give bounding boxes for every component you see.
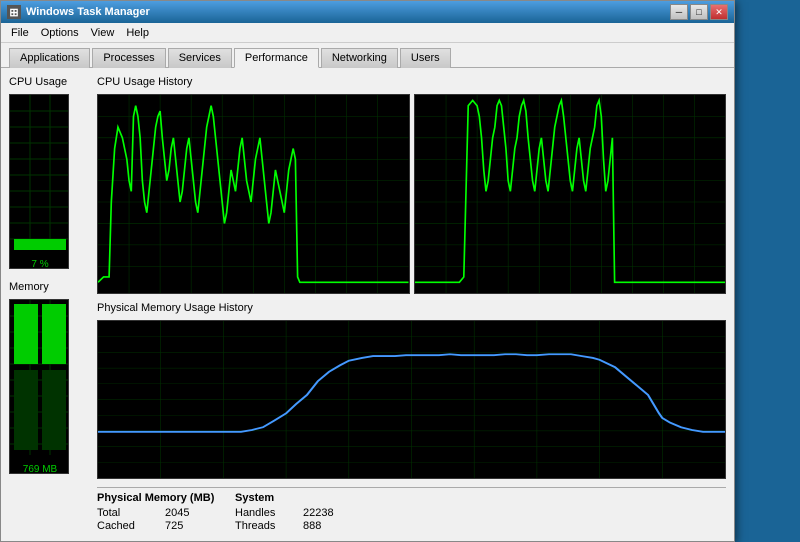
svg-text:7 %: 7 % [31, 259, 48, 268]
mem-history-label: Physical Memory Usage History [97, 302, 726, 314]
tab-applications[interactable]: Applications [9, 48, 90, 68]
threads-value: 888 [303, 520, 353, 532]
cached-row: Cached 725 [97, 520, 215, 532]
cpu-gauge: 7 % [9, 94, 69, 269]
content-area: CPU Usage [1, 68, 734, 540]
cpu-usage-label: CPU Usage [9, 76, 89, 88]
cpu-chart-2 [414, 94, 727, 294]
tab-services[interactable]: Services [168, 48, 232, 68]
cpu-history-charts [97, 94, 726, 294]
system-stats: System Handles 22238 Threads 888 [235, 492, 353, 532]
physical-memory-heading: Physical Memory (MB) [97, 492, 215, 504]
menu-bar: File Options View Help [1, 23, 734, 43]
memory-usage-label: Memory [9, 281, 89, 293]
memory-chart [97, 320, 726, 479]
physical-memory-stats: Physical Memory (MB) Total 2045 Cached 7… [97, 492, 215, 532]
memory-gauge: 769 MB [9, 299, 69, 474]
system-heading: System [235, 492, 353, 504]
tab-processes[interactable]: Processes [92, 48, 165, 68]
tab-users[interactable]: Users [400, 48, 451, 68]
menu-help[interactable]: Help [120, 25, 155, 41]
bottom-stats: Physical Memory (MB) Total 2045 Cached 7… [97, 487, 726, 532]
tab-networking[interactable]: Networking [321, 48, 398, 68]
right-panel: CPU Usage History [97, 76, 726, 532]
menu-file[interactable]: File [5, 25, 35, 41]
cached-label: Cached [97, 520, 157, 532]
maximize-button[interactable]: □ [690, 4, 708, 20]
title-controls: ─ □ ✕ [670, 4, 728, 20]
title-bar: ⊞ Windows Task Manager ─ □ ✕ [1, 1, 734, 23]
cpu-history-label: CPU Usage History [97, 76, 726, 88]
cached-value: 725 [165, 520, 215, 532]
menu-options[interactable]: Options [35, 25, 85, 41]
window-title: Windows Task Manager [26, 6, 150, 18]
window-icon: ⊞ [7, 5, 21, 19]
total-value: 2045 [165, 507, 215, 519]
threads-label: Threads [235, 520, 295, 532]
close-button[interactable]: ✕ [710, 4, 728, 20]
minimize-button[interactable]: ─ [670, 4, 688, 20]
tab-performance[interactable]: Performance [234, 48, 319, 68]
cpu-chart-1 [97, 94, 410, 294]
handles-row: Handles 22238 [235, 507, 353, 519]
total-row: Total 2045 [97, 507, 215, 519]
threads-row: Threads 888 [235, 520, 353, 532]
handles-label: Handles [235, 507, 295, 519]
left-panel: CPU Usage [9, 76, 89, 532]
handles-value: 22238 [303, 507, 353, 519]
tabs-bar: Applications Processes Services Performa… [1, 43, 734, 68]
total-label: Total [97, 507, 157, 519]
menu-view[interactable]: View [85, 25, 121, 41]
svg-text:769 MB: 769 MB [23, 464, 58, 473]
